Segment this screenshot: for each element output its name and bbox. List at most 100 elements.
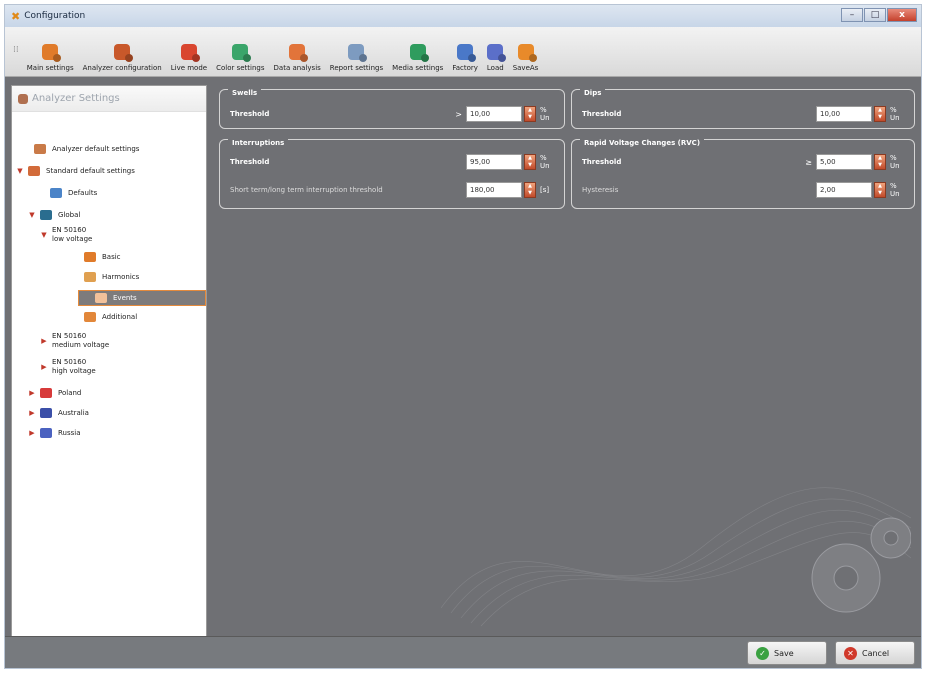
collapsed-arrow-icon[interactable]: ▶ [28, 389, 36, 397]
tree-item-label: Russia [58, 428, 81, 437]
tree-item-icon [40, 210, 52, 220]
minimize-button[interactable]: – [841, 8, 863, 22]
sidebar-header: Analyzer Settings [12, 86, 206, 112]
dips-threshold-label: Threshold [582, 110, 622, 118]
tree-item-icon [50, 188, 62, 198]
tree-item-icon [84, 272, 96, 282]
data-analysis-button[interactable]: Data analysis [274, 44, 321, 72]
short-term-spinner[interactable]: 180,00 ▲ ▼ [466, 182, 536, 198]
rvc-hysteresis-input[interactable]: 2,00 [816, 182, 872, 198]
swells-threshold-input[interactable]: 10,00 [466, 106, 522, 122]
report-settings-button[interactable]: Report settings [330, 44, 383, 72]
swells-threshold-spinner[interactable]: 10,00 ▲ ▼ [466, 106, 536, 122]
saveas-button[interactable]: SaveAs [512, 44, 539, 72]
tree-item-en-50160-low-voltage[interactable]: ▼ EN 50160 low voltage [12, 226, 206, 244]
tree-item-events[interactable]: Events [78, 290, 206, 306]
tree-item-russia[interactable]: ▶ Russia [12, 426, 206, 440]
tree-item-en-50160-high-voltage[interactable]: ▶ EN 50160 high voltage [12, 358, 206, 376]
toolbar-label: Analyzer configuration [82, 64, 162, 72]
tree-item-poland[interactable]: ▶ Poland [12, 386, 206, 400]
tree-item-icon [84, 252, 96, 262]
tree-item-label: EN 50160 high voltage [52, 358, 96, 375]
factory-button[interactable]: Factory [452, 44, 478, 72]
load-button[interactable]: Load [487, 44, 504, 72]
main-settings-button[interactable]: Main settings [27, 44, 74, 72]
rvc-title: Rapid Voltage Changes (RVC) [580, 139, 705, 147]
interruptions-threshold-spinner[interactable]: 95,00 ▲ ▼ [466, 154, 536, 170]
media-settings-icon [409, 44, 426, 60]
sidebar-title: Analyzer Settings [32, 93, 120, 104]
main-settings-icon [42, 44, 59, 60]
cancel-label: Cancel [862, 648, 890, 658]
dips-spin-buttons[interactable]: ▲ ▼ [874, 106, 886, 122]
toolbar-grip-icon[interactable]: ⁞⁞ [13, 45, 19, 55]
tree-item-icon [28, 166, 40, 176]
cancel-button[interactable]: ✕ Cancel [835, 641, 915, 665]
short-term-spin-buttons[interactable]: ▲ ▼ [524, 182, 536, 198]
live-mode-button[interactable]: Live mode [171, 44, 207, 72]
window-controls: – □ x [840, 8, 917, 22]
expanded-arrow-icon[interactable]: ▼ [28, 211, 36, 219]
dips-title: Dips [580, 89, 606, 97]
toolbar-label: SaveAs [512, 64, 539, 72]
toolbar-label: Color settings [216, 64, 265, 72]
save-as-icon [517, 44, 534, 60]
color-settings-button[interactable]: Color settings [216, 44, 265, 72]
tree-item-label: EN 50160 low voltage [52, 226, 93, 243]
rvc-threshold-spinner[interactable]: 5,00 ▲ ▼ [816, 154, 886, 170]
tree-item-label: Additional [102, 312, 138, 321]
sidebar: Analyzer Settings Analyzer default setti… [11, 85, 207, 639]
swells-spin-buttons[interactable]: ▲ ▼ [524, 106, 536, 122]
tree-item-standard-default-settings[interactable]: ▼ Standard default settings [12, 164, 206, 178]
tree-item-label: Analyzer default settings [52, 144, 140, 153]
rvc-hysteresis-label: Hysteresis [582, 186, 619, 194]
rvc-threshold-unit: % Un [890, 154, 900, 170]
interruptions-threshold-spin-buttons[interactable]: ▲ ▼ [524, 154, 536, 170]
close-button[interactable]: x [887, 8, 917, 22]
tree-item-label: Australia [58, 408, 89, 417]
rvc-threshold-row: Threshold ≥ 5,00 ▲ ▼ % Un [582, 154, 908, 170]
dips-threshold-input[interactable]: 10,00 [816, 106, 872, 122]
dips-threshold-spinner[interactable]: 10,00 ▲ ▼ [816, 106, 886, 122]
dips-threshold-row: Threshold 10,00 ▲ ▼ % Un [582, 106, 908, 122]
tree-item-label: Events [113, 293, 137, 302]
maximize-button[interactable]: □ [864, 8, 886, 22]
tree-item-en-50160-medium-voltage[interactable]: ▶ EN 50160 medium voltage [12, 332, 206, 350]
collapsed-arrow-icon[interactable]: ▶ [40, 337, 48, 345]
tree-item-additional[interactable]: Additional [12, 310, 206, 324]
checkmark-icon: ✓ [756, 646, 769, 660]
window-title: Configuration [24, 11, 86, 21]
rvc-hysteresis-spin-buttons[interactable]: ▲ ▼ [874, 182, 886, 198]
rvc-hysteresis-spinner[interactable]: 2,00 ▲ ▼ [816, 182, 886, 198]
rvc-threshold-label: Threshold [582, 158, 622, 166]
tree-item-australia[interactable]: ▶ Australia [12, 406, 206, 420]
collapsed-arrow-icon[interactable]: ▶ [40, 363, 48, 371]
short-term-input[interactable]: 180,00 [466, 182, 522, 198]
rvc-threshold-spin-buttons[interactable]: ▲ ▼ [874, 154, 886, 170]
tree-item-icon [95, 293, 107, 303]
tree-item-defaults[interactable]: Defaults [12, 186, 206, 200]
expanded-arrow-icon[interactable]: ▼ [16, 167, 24, 175]
interruptions-threshold-input[interactable]: 95,00 [466, 154, 522, 170]
media-settings-button[interactable]: Media settings [392, 44, 443, 72]
swells-comparator: > [455, 109, 462, 119]
tree-item-global[interactable]: ▼ Global [12, 208, 206, 222]
rvc-threshold-input[interactable]: 5,00 [816, 154, 872, 170]
expanded-arrow-icon[interactable]: ▼ [40, 231, 48, 239]
toolbar-label: Main settings [26, 64, 74, 72]
save-button[interactable]: ✓ Save [747, 641, 827, 665]
tree-item-harmonics[interactable]: Harmonics [12, 270, 206, 284]
analyzer-configuration-button[interactable]: Analyzer configuration [83, 44, 162, 72]
tree-item-analyzer-default-settings[interactable]: Analyzer default settings [12, 142, 206, 156]
app-icon: ✖ [11, 9, 21, 23]
dips-unit: % Un [890, 106, 900, 122]
rvc-group: Rapid Voltage Changes (RVC) Threshold ≥ … [571, 139, 915, 209]
interruptions-threshold-unit: % Un [540, 154, 550, 170]
collapsed-arrow-icon[interactable]: ▶ [28, 409, 36, 417]
background-decoration [441, 487, 911, 627]
bottom-bar: ✓ Save ✕ Cancel [5, 636, 921, 668]
short-term-label: Short term/long term interruption thresh… [230, 186, 383, 194]
collapsed-arrow-icon[interactable]: ▶ [28, 429, 36, 437]
tree-item-icon [34, 144, 46, 154]
tree-item-basic[interactable]: Basic [12, 250, 206, 264]
